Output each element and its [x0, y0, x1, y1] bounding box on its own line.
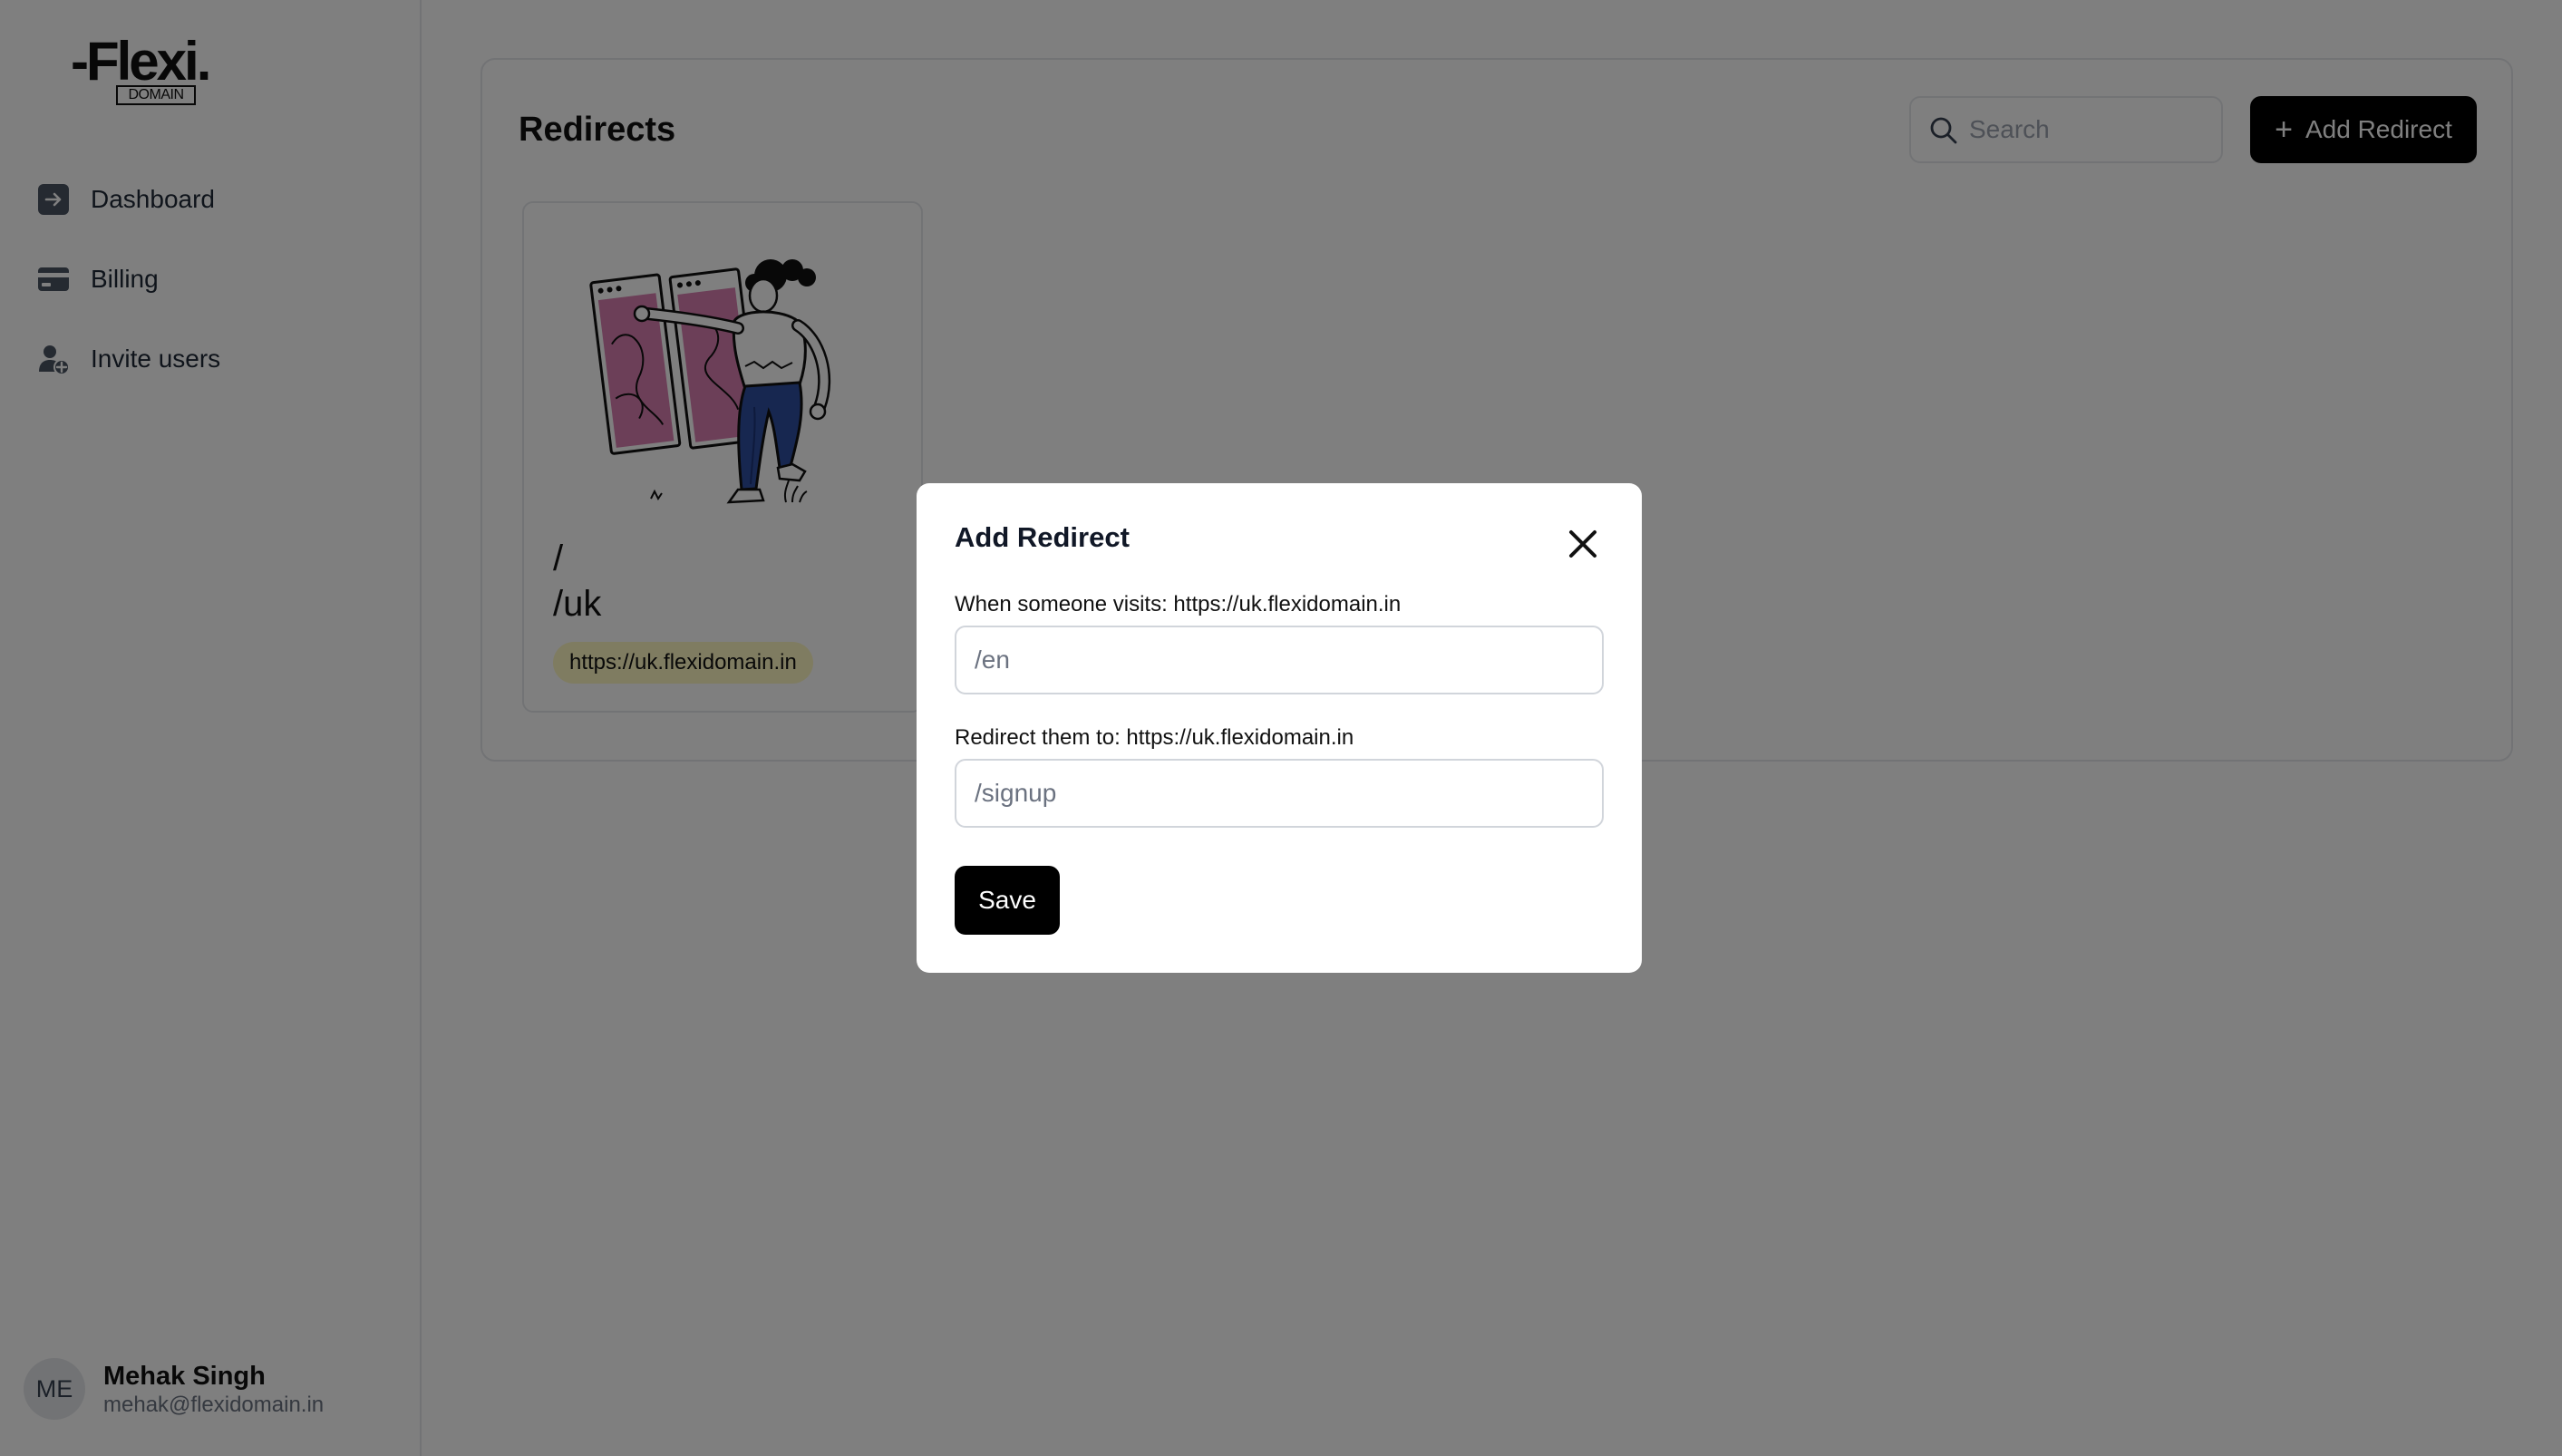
visits-path-input[interactable]: [955, 626, 1604, 694]
visits-label: When someone visits: https://uk.flexidom…: [955, 592, 1402, 616]
close-icon[interactable]: [1562, 523, 1604, 565]
redirect-path-input[interactable]: [955, 759, 1604, 828]
save-button[interactable]: Save: [955, 866, 1060, 935]
add-redirect-modal: Add Redirect When someone visits: https:…: [917, 483, 1642, 973]
modal-title: Add Redirect: [955, 521, 1130, 553]
redirect-label: Redirect them to: https://uk.flexidomain…: [955, 725, 1354, 750]
